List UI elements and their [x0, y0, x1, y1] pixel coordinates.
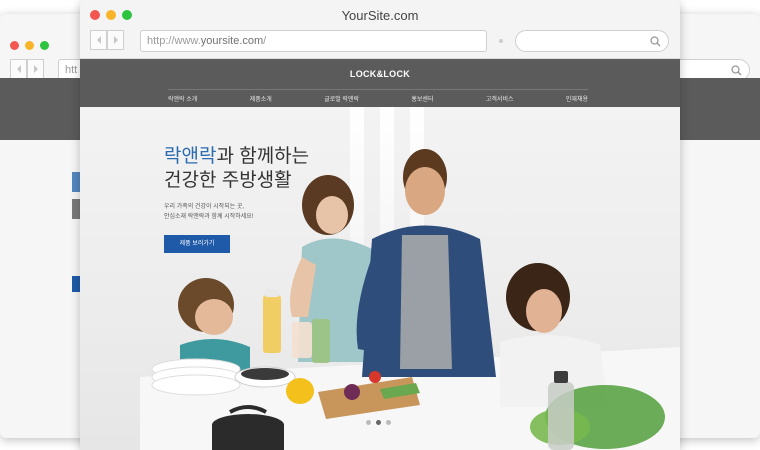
hero-description-line-2: 안심소재 락앤락과 함께 시작하세요!: [164, 214, 254, 220]
back-arrow-icon: [96, 36, 101, 44]
back-button[interactable]: [10, 59, 27, 79]
slide-dot-1[interactable]: [366, 420, 371, 425]
forward-button[interactable]: [27, 59, 44, 79]
back-arrow-icon: [16, 65, 21, 73]
close-dot-icon: [10, 41, 19, 50]
slide-dot-2[interactable]: [376, 420, 381, 425]
menu-item-global[interactable]: 글로벌 락앤락: [324, 94, 359, 103]
minimize-dot-icon: [25, 41, 34, 50]
menu-item-about[interactable]: 락앤락 소개: [168, 94, 197, 103]
search-field[interactable]: [515, 30, 669, 52]
view-products-button[interactable]: 제품 보러가기: [164, 235, 230, 253]
zoom-dot-icon: [40, 41, 49, 50]
menu-item-products[interactable]: 제품소개: [250, 94, 272, 103]
hero-title-line-2: 건강한 주방생활: [164, 170, 292, 191]
hero-banner: 락앤락과 함께하는 건강한 주방생활 우리 가족의 건강이 시작되는 곳, 안심…: [80, 107, 680, 450]
site-logo[interactable]: LOCK&LOCK: [80, 69, 680, 79]
slide-pager: [366, 420, 391, 425]
url-bar[interactable]: http://www.yoursite.com/: [140, 30, 487, 52]
hero-description-line-1: 우리 가족의 건강이 시작되는 곳,: [164, 204, 245, 210]
menu-item-customer-service[interactable]: 고객서비스: [486, 94, 514, 103]
back-button[interactable]: [90, 30, 107, 50]
browser-window: YourSite.com http://www.yoursite.com/ LO…: [80, 0, 680, 450]
menu-item-careers[interactable]: 인재채용: [566, 94, 588, 103]
forward-arrow-icon: [33, 65, 38, 73]
menu-item-pr[interactable]: 홍보센터: [411, 94, 433, 103]
search-icon: [650, 36, 661, 47]
menu-divider: [168, 89, 588, 90]
forward-arrow-icon: [113, 36, 118, 44]
title-bar: YourSite.com http://www.yoursite.com/: [80, 0, 680, 59]
hero-description: 우리 가족의 건강이 시작되는 곳, 안심소재 락앤락과 함께 시작하세요!: [164, 202, 253, 222]
main-menu: 락앤락 소개 제품소개 글로벌 락앤락 홍보센터 고객서비스 인재채용: [168, 94, 588, 103]
forward-button[interactable]: [107, 30, 124, 50]
search-icon: [731, 65, 742, 76]
site-header: LOCK&LOCK 락앤락 소개 제품소개 글로벌 락앤락 홍보센터 고객서비스…: [80, 59, 680, 107]
hero-title-line-1: 락앤락과 함께하는: [164, 146, 310, 167]
slide-dot-3[interactable]: [386, 420, 391, 425]
window-title: YourSite.com: [341, 8, 419, 23]
separator-dot: [499, 39, 503, 43]
